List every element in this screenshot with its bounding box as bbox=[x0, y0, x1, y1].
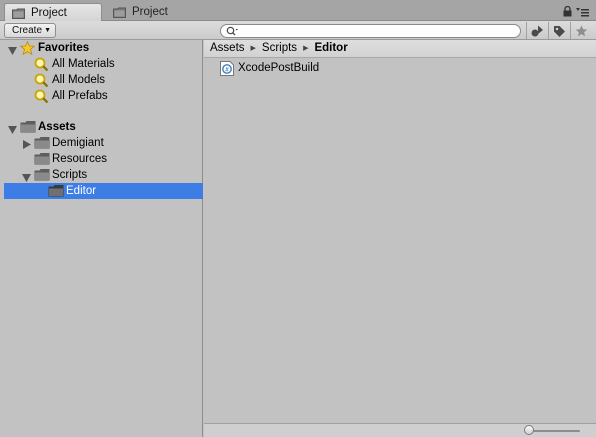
search-icon bbox=[34, 89, 49, 109]
tree-label: Assets bbox=[38, 121, 76, 133]
folder-icon bbox=[48, 184, 64, 202]
lock-icon[interactable] bbox=[563, 5, 572, 20]
tree-item-scripts[interactable]: Scripts bbox=[0, 167, 203, 183]
tree-label: Demigiant bbox=[52, 137, 104, 149]
tree-label: All Models bbox=[52, 74, 106, 86]
breadcrumb-arrow-icon: ▶ bbox=[303, 45, 309, 52]
tree-label: All Prefabs bbox=[52, 90, 108, 102]
tree-label: All Materials bbox=[52, 58, 115, 70]
tree-item-resources[interactable]: Resources bbox=[0, 151, 203, 167]
tree-label: Scripts bbox=[52, 169, 88, 181]
csharp-script-icon: # bbox=[220, 61, 234, 81]
folder-tree: Favorites All Materials All Models All P… bbox=[0, 40, 203, 437]
zoom-slider-track[interactable] bbox=[528, 430, 580, 432]
tree-label: Resources bbox=[52, 153, 107, 165]
filter-by-label-button[interactable] bbox=[548, 22, 569, 39]
search-icon bbox=[226, 26, 238, 39]
search-input[interactable] bbox=[220, 24, 521, 38]
breadcrumb-item[interactable]: Scripts bbox=[262, 40, 297, 57]
tree-item-all-prefabs[interactable]: All Prefabs bbox=[0, 88, 203, 104]
tree-item-editor[interactable]: Editor bbox=[4, 183, 203, 199]
tree-label: Favorites bbox=[38, 42, 90, 54]
tab-controls bbox=[563, 5, 593, 20]
create-button[interactable]: Create ▼ bbox=[4, 23, 56, 38]
filter-by-type-button[interactable] bbox=[526, 22, 547, 39]
tree-item-demigiant[interactable]: Demigiant bbox=[0, 135, 203, 151]
tree-item-all-materials[interactable]: All Materials bbox=[0, 56, 203, 72]
asset-browser: Assets ▶ Scripts ▶ Editor # XcodePostBuild bbox=[204, 40, 596, 437]
status-bar bbox=[204, 423, 596, 437]
project-toolbar: Create ▼ bbox=[0, 21, 596, 40]
breadcrumb-item[interactable]: Assets bbox=[210, 40, 245, 57]
zoom-slider-handle[interactable] bbox=[524, 425, 534, 435]
create-label: Create bbox=[12, 25, 43, 36]
tab-label: Project bbox=[31, 7, 67, 19]
breadcrumb-current[interactable]: Editor bbox=[314, 40, 347, 57]
tab-bar: Project Project bbox=[0, 0, 596, 21]
asset-name: XcodePostBuild bbox=[238, 62, 320, 74]
tree-favorites[interactable]: Favorites bbox=[0, 40, 203, 56]
tree-label: Editor bbox=[66, 185, 97, 197]
dropdown-caret-icon: ▼ bbox=[44, 27, 51, 34]
save-search-button[interactable] bbox=[570, 22, 591, 39]
breadcrumb: Assets ▶ Scripts ▶ Editor bbox=[204, 40, 596, 58]
menu-icon[interactable] bbox=[576, 8, 589, 20]
tab-label: Project bbox=[132, 6, 168, 18]
tree-item-all-models[interactable]: All Models bbox=[0, 72, 203, 88]
tab-project-inactive[interactable]: Project bbox=[106, 3, 202, 21]
tree-assets[interactable]: Assets bbox=[0, 119, 203, 135]
tab-project-active[interactable]: Project bbox=[4, 3, 102, 21]
breadcrumb-arrow-icon: ▶ bbox=[250, 45, 256, 52]
